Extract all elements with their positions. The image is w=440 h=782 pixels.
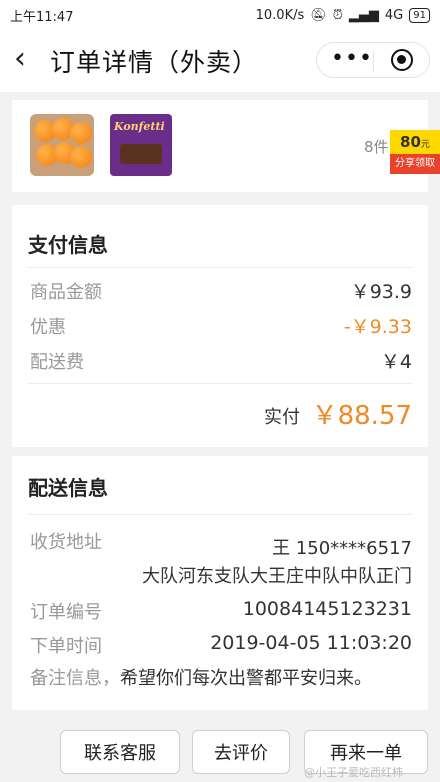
network-speed: 10.0K/s [255,7,305,23]
goods-amount-value: ￥93.9 [350,281,412,303]
address-name-phone: 王 150****6517 [272,538,412,559]
order-time-label: 下单时间 [30,636,102,657]
delivery-fee-value: ￥4 [380,351,412,373]
address-label: 收货地址 [30,532,102,553]
address-detail: 大队河东支队大王庄中队中队正门 [142,566,412,587]
goods-card[interactable]: Konfetti 8件 80元 分享领取 [12,100,440,192]
signal-type: 4G [384,7,404,23]
orange-product-image [30,114,94,176]
review-button[interactable]: 去评价 [192,730,290,774]
alarm-icon: ⏰︎ [332,7,343,23]
remark-row: 备注信息，希望你们每次出警都平安归来。 [30,664,372,690]
signal-icon: ▂▄▆ [348,7,379,23]
battery-icon: 91 [409,7,430,23]
miniprogram-capsule: ••• [316,42,430,78]
paid-total-label: 实付 [264,407,300,428]
shipping-section-title: 配送信息 [28,476,108,500]
candy-product-image: Konfetti [110,114,172,176]
payment-info-card: 支付信息 商品金额 ￥93.9 优惠 -￥9.33 配送费 ￥4 实付 ￥88.… [12,205,428,447]
status-bar: 上午11:47 10.0K/s 🔕︎ ⏰︎ ▂▄▆ 4G 91 [0,0,440,30]
order-number-value: 10084145123231 [242,598,412,620]
more-dots-icon[interactable]: ••• [331,48,373,70]
share-amount: 80元 [390,130,440,154]
target-close-icon[interactable] [391,49,413,71]
goods-count: 8件 [364,138,389,156]
discount-value: -￥9.33 [343,316,412,338]
divider [28,383,412,384]
discount-label: 优惠 [30,317,66,338]
status-time: 上午11:47 [10,9,74,25]
paid-total-value: ￥88.57 [311,401,412,431]
remark-value: 希望你们每次出警都平安归来。 [120,668,372,689]
order-number-label: 订单编号 [30,602,102,623]
mute-icon: 🔕︎ [310,7,327,23]
page-title: 订单详情（外卖） [50,48,259,77]
payment-section-title: 支付信息 [28,233,108,257]
watermark: @小王子爱吃西红柿 [304,766,403,779]
back-arrow-icon[interactable]: ‹ [14,44,44,74]
candy-chocolate-shape [120,144,162,164]
shipping-info-card: 配送信息 收货地址 王 150****6517 大队河东支队大王庄中队中队正门 … [12,456,428,710]
share-label: 分享领取 [390,154,440,174]
status-icons: 10.0K/s 🔕︎ ⏰︎ ▂▄▆ 4G 91 [255,7,430,23]
remark-label: 备注信息， [30,668,120,689]
nav-bar: ‹ 订单详情（外卖） ••• [0,30,440,92]
share-coupon-badge[interactable]: 80元 分享领取 [390,130,440,174]
divider [28,267,412,268]
order-time-value: 2019-04-05 11:03:20 [210,632,412,654]
capsule-divider [373,51,374,71]
contact-service-button[interactable]: 联系客服 [60,730,180,774]
delivery-fee-label: 配送费 [30,352,84,373]
divider [28,514,412,515]
goods-amount-label: 商品金额 [30,282,102,303]
candy-brand-label: Konfetti [114,120,165,133]
